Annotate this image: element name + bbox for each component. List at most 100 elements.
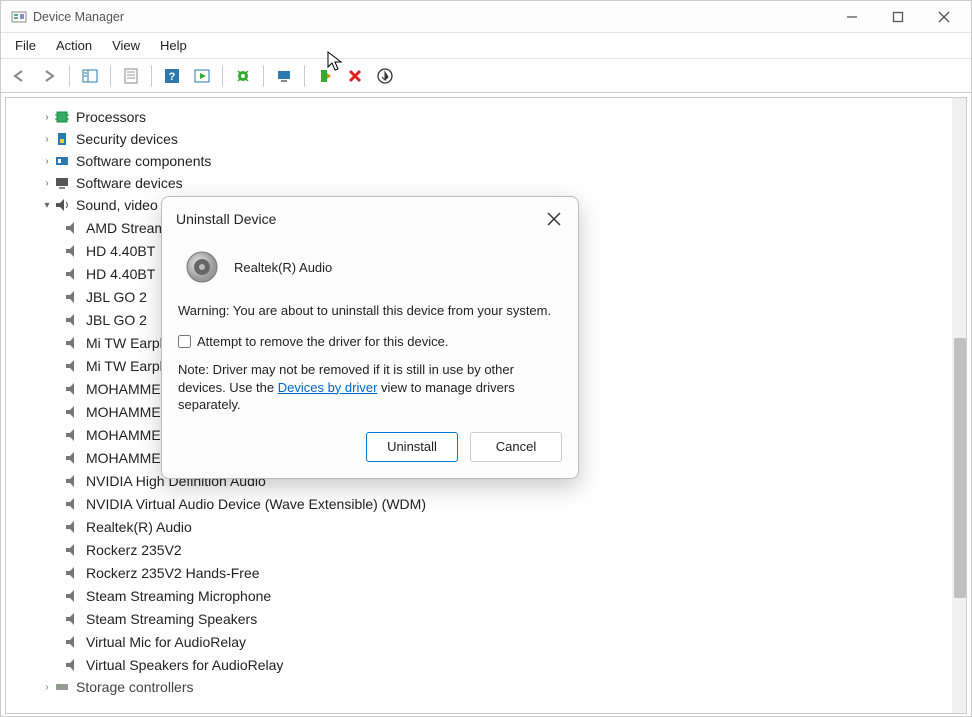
help-button[interactable]: ? (158, 62, 186, 90)
speaker-icon (64, 358, 80, 374)
tree-category[interactable]: › Software components (40, 150, 966, 172)
menu-action[interactable]: Action (46, 36, 102, 55)
menu-view[interactable]: View (102, 36, 150, 55)
minimize-button[interactable] (829, 1, 875, 33)
speaker-icon (64, 519, 80, 535)
svg-text:?: ? (169, 71, 176, 83)
maximize-button[interactable] (875, 1, 921, 33)
uninstall-device-dialog: Uninstall Device Realtek(R) Audio Warnin… (161, 196, 579, 479)
dialog-note: Note: Driver may not be removed if it is… (178, 361, 562, 414)
speaker-icon (64, 312, 80, 328)
speaker-icon (64, 450, 80, 466)
tree-category[interactable]: › Security devices (40, 128, 966, 150)
tree-device-label: MOHAMMED (86, 427, 171, 443)
tree-category-label: Security devices (76, 131, 178, 147)
tree-category-label: Storage controllers (76, 679, 194, 695)
tree-device-label: Steam Streaming Speakers (86, 611, 257, 627)
speaker-icon (64, 427, 80, 443)
expand-caret-icon[interactable]: ▾ (40, 200, 54, 211)
tree-device-item[interactable]: Virtual Speakers for AudioRelay (64, 653, 966, 676)
tree-category[interactable]: › Storage controllers (40, 676, 966, 698)
expand-caret-icon[interactable]: › (40, 178, 54, 189)
properties-button[interactable] (117, 62, 145, 90)
menu-help[interactable]: Help (150, 36, 197, 55)
app-icon (11, 9, 27, 25)
speaker-icon (184, 249, 220, 285)
tree-device-label: JBL GO 2 (86, 312, 147, 328)
speaker-icon (64, 220, 80, 236)
remove-driver-checkbox-label: Attempt to remove the driver for this de… (197, 334, 448, 349)
tree-device-label: MOHAMMED (86, 381, 171, 397)
tree-device-label: Steam Streaming Microphone (86, 588, 271, 604)
software-comp-icon (54, 153, 70, 169)
speaker-icon (64, 473, 80, 489)
speaker-icon (64, 335, 80, 351)
uninstall-device-button[interactable] (341, 62, 369, 90)
tree-category-label: Software components (76, 153, 211, 169)
toolbar: ? (1, 59, 971, 93)
tree-category-label: Software devices (76, 175, 183, 191)
update-driver-button[interactable] (229, 62, 257, 90)
tree-device-item[interactable]: Virtual Mic for AudioRelay (64, 630, 966, 653)
speaker-icon (64, 381, 80, 397)
tree-device-label: MOHAMMED (86, 450, 171, 466)
tree-device-label: HD 4.40BT (86, 243, 155, 259)
menu-file[interactable]: File (5, 36, 46, 55)
expand-caret-icon[interactable]: › (40, 134, 54, 145)
tree-device-item[interactable]: Steam Streaming Microphone (64, 584, 966, 607)
tree-device-label: Rockerz 235V2 (86, 542, 182, 558)
speaker-icon (64, 588, 80, 604)
speaker-icon (64, 289, 80, 305)
tree-device-item[interactable]: Realtek(R) Audio (64, 515, 966, 538)
speaker-icon (64, 404, 80, 420)
software-dev-icon (54, 175, 70, 191)
sound-icon (54, 197, 70, 213)
cancel-button[interactable]: Cancel (470, 432, 562, 462)
forward-button[interactable] (35, 62, 63, 90)
tree-device-label: Realtek(R) Audio (86, 519, 192, 535)
dialog-warning-text: Warning: You are about to uninstall this… (178, 303, 562, 318)
expand-caret-icon[interactable]: › (40, 112, 54, 123)
tree-device-item[interactable]: Rockerz 235V2 Hands-Free (64, 561, 966, 584)
back-button[interactable] (5, 62, 33, 90)
titlebar: Device Manager (1, 1, 971, 33)
remove-driver-checkbox-row[interactable]: Attempt to remove the driver for this de… (178, 334, 562, 349)
scrollbar-thumb[interactable] (954, 338, 966, 598)
dialog-close-button[interactable] (542, 207, 566, 231)
dialog-device-name: Realtek(R) Audio (234, 260, 332, 275)
devices-by-driver-link[interactable]: Devices by driver (278, 380, 378, 395)
speaker-icon (64, 565, 80, 581)
security-icon (54, 131, 70, 147)
action-button[interactable] (188, 62, 216, 90)
speaker-icon (64, 542, 80, 558)
tree-device-item[interactable]: NVIDIA Virtual Audio Device (Wave Extens… (64, 492, 966, 515)
tree-device-label: JBL GO 2 (86, 289, 147, 305)
tree-device-label: Virtual Speakers for AudioRelay (86, 657, 283, 673)
close-button[interactable] (921, 1, 967, 33)
tree-device-item[interactable]: Steam Streaming Speakers (64, 607, 966, 630)
vertical-scrollbar[interactable] (952, 98, 967, 713)
dialog-title: Uninstall Device (176, 211, 276, 227)
tree-device-label: Rockerz 235V2 Hands-Free (86, 565, 260, 581)
tree-device-label: MOHAMMED (86, 404, 171, 420)
speaker-icon (64, 657, 80, 673)
remove-driver-checkbox[interactable] (178, 335, 191, 348)
cpu-icon (54, 109, 70, 125)
speaker-icon (64, 611, 80, 627)
expand-caret-icon[interactable]: › (40, 156, 54, 167)
tree-category-label: Processors (76, 109, 146, 125)
speaker-icon (64, 634, 80, 650)
expand-caret-icon[interactable]: › (40, 682, 54, 693)
tree-category[interactable]: › Software devices (40, 172, 966, 194)
uninstall-button[interactable]: Uninstall (366, 432, 458, 462)
add-hardware-button[interactable] (371, 62, 399, 90)
speaker-icon (64, 496, 80, 512)
tree-category[interactable]: › Processors (40, 106, 966, 128)
speaker-icon (64, 266, 80, 282)
tree-device-label: NVIDIA Virtual Audio Device (Wave Extens… (86, 496, 426, 512)
enable-device-button[interactable] (311, 62, 339, 90)
tree-device-item[interactable]: Rockerz 235V2 (64, 538, 966, 561)
scan-hardware-button[interactable] (270, 62, 298, 90)
menubar: File Action View Help (1, 33, 971, 59)
show-hide-tree-button[interactable] (76, 62, 104, 90)
